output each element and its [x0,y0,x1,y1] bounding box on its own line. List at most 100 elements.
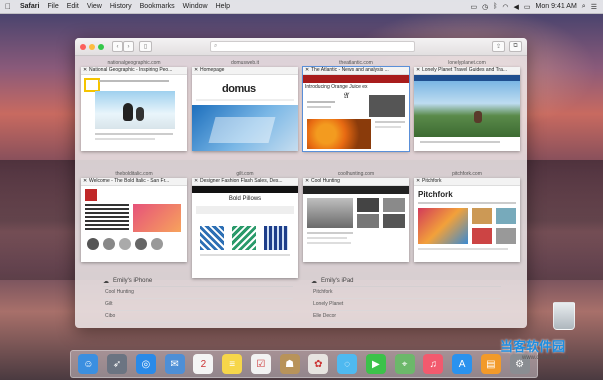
tab-preview[interactable]: ✕ Designer Fashion Flash Sales, Des... Bo… [192,178,298,278]
close-tab-icon[interactable]: ✕ [416,178,420,185]
clock[interactable]: Mon 9:41 AM [536,3,577,10]
atlantic-logo: 𝔄 [343,91,349,100]
close-tab-icon[interactable]: ✕ [305,67,309,74]
icloud-tab-item[interactable]: Gilt [103,299,293,311]
tab-title: Lonely Planet Travel Guides and Tra... [422,67,508,73]
tab-preview[interactable]: ✕ Lonely Planet Travel Guides and Tra... [414,67,520,151]
trash-icon[interactable] [553,302,575,330]
app-store-icon[interactable]: A [452,354,473,374]
tab-preview[interactable]: ✕ Homepage domus [192,67,298,151]
volume-icon[interactable]: ◀ [514,3,519,11]
zoom-window-button[interactable] [98,43,104,50]
tab-tile[interactable]: domusweb.it ✕ Homepage domus [192,60,298,151]
close-tab-icon[interactable]: ✕ [83,178,87,185]
atlantic-headline: Introducing Orange Juice ex [305,84,368,90]
page-thumbnail [303,186,409,262]
tab-tile[interactable]: pitchfork.com ✕ Pitchfork Pitchfork [414,171,520,262]
close-tab-icon[interactable]: ✕ [416,67,420,74]
facetime-icon[interactable]: ▶ [365,354,386,374]
tab-title: Cool Hunting [311,178,340,184]
messages-icon[interactable]: ◌ [337,354,358,374]
close-window-button[interactable] [80,43,86,50]
mail-icon[interactable]: ✉ [164,354,185,374]
gilt-subtitle: Bold Pillows [228,196,262,202]
menu-bookmarks[interactable]: Bookmarks [136,3,179,10]
watermark-text: 当客软件园 [500,339,566,354]
close-tab-icon[interactable]: ✕ [305,178,309,185]
tab-preview[interactable]: ✕ National Geographic - Inspiring Peo... [81,67,187,151]
close-tab-icon[interactable]: ✕ [83,67,87,74]
tab-domain: gilt.com [236,171,254,177]
tab-tile[interactable]: thebolditalic.com ✕ Welcome - The Bold It… [81,171,187,262]
tab-tile[interactable]: theatlantic.com ✕ The Atlantic - News and… [302,60,410,152]
tab-domain: domusweb.it [230,60,260,66]
close-tab-icon[interactable]: ✕ [194,67,198,74]
icloud-tabs-iphone: ☁ Emily's iPhone Cool Hunting Gilt Cibo [103,276,293,323]
airplay-icon[interactable]: ▭ [470,3,477,11]
launchpad-icon[interactable]: ➶ [107,354,128,374]
tab-preview[interactable]: ✕ Pitchfork Pitchfork [414,178,520,262]
page-thumbnail: Bold Pillows [192,186,298,278]
tab-preview[interactable]: ✕ Cool Hunting [303,178,409,262]
apple-menu-icon[interactable]:  [0,2,16,11]
tab-preview[interactable]: ✕ Welcome - The Bold Italic - San Fr... [81,178,187,262]
itunes-icon[interactable]: ♫ [423,354,444,374]
close-tab-icon[interactable]: ✕ [194,178,198,185]
menu-help[interactable]: Help [212,3,234,10]
icloud-tab-item[interactable]: Pitchfork [311,287,501,299]
tab-domain: theatlantic.com [339,60,373,66]
tab-domain: coolhunting.com [337,171,375,177]
safari-icon[interactable]: ◎ [135,354,156,374]
page-thumbnail: Introducing Orange Juice ex 𝔄 [303,75,409,151]
finder-icon[interactable]: ☺ [78,354,99,374]
tab-tile[interactable]: nationalgeographic.com ✕ National Geograp… [81,60,187,151]
time-machine-icon[interactable]: ◷ [482,3,488,11]
calendar-icon[interactable]: 2 [193,354,214,374]
reminders-icon[interactable]: ☑ [250,354,271,374]
page-thumbnail [81,75,187,151]
address-bar[interactable]: ⌕ [210,41,415,52]
show-all-tabs-button[interactable]: ⧉ [509,41,522,52]
safari-toolbar: ‹ › ▯ ⌕ ⇪ ⧉ [75,38,527,56]
menu-app-name[interactable]: Safari [16,3,43,10]
domus-logo: domus [222,83,256,95]
spotlight-icon[interactable]: ⌕ [582,3,586,11]
icloud-tab-item[interactable]: Cool Hunting [103,287,293,299]
device-name: Emily's iPad [321,278,354,284]
menu-view[interactable]: View [83,3,106,10]
tab-tile[interactable]: lonelyplanet.com ✕ Lonely Planet Travel G… [414,60,520,151]
tab-domain: pitchfork.com [452,171,482,177]
notification-center-icon[interactable]: ☰ [591,3,597,11]
tab-title: Homepage [200,67,225,73]
icloud-tab-item[interactable]: Elle Decor [311,311,501,323]
tab-tile[interactable]: gilt.com ✕ Designer Fashion Flash Sales, … [192,171,298,278]
cloud-icon: ☁ [311,278,317,285]
pitchfork-logo: Pitchfork [418,190,453,199]
maps-icon[interactable]: ⌖ [394,354,415,374]
contacts-icon[interactable]: ☗ [279,354,300,374]
back-button[interactable]: ‹ [112,41,123,52]
watermark-url: www.downkr.com [522,355,569,361]
menu-history[interactable]: History [106,3,136,10]
tab-tile[interactable]: coolhunting.com ✕ Cool Hunting [303,171,409,262]
menu-file[interactable]: File [43,3,62,10]
tab-domain: lonelyplanet.com [448,60,486,66]
forward-button[interactable]: › [123,41,134,52]
battery-icon[interactable]: ▭ [524,3,531,11]
share-button[interactable]: ⇪ [492,41,505,52]
menu-bar:  Safari File Edit View History Bookmark… [0,0,603,14]
icloud-tab-item[interactable]: Cibo [103,311,293,323]
wifi-icon[interactable]: ◠ [502,3,508,11]
menu-edit[interactable]: Edit [63,3,83,10]
ibooks-icon[interactable]: ▤ [480,354,501,374]
menu-window[interactable]: Window [179,3,212,10]
bluetooth-icon[interactable]: ᛒ [493,3,497,10]
sidebar-toggle-button[interactable]: ▯ [139,41,152,52]
page-thumbnail [414,75,520,151]
photos-icon[interactable]: ✿ [308,354,329,374]
tab-preview[interactable]: ✕ The Atlantic - News and analysis ... In… [302,66,410,152]
notes-icon[interactable]: ≡ [222,354,243,374]
tab-title: National Geographic - Inspiring Peo... [89,67,173,73]
icloud-tab-item[interactable]: Lonely Planet [311,299,501,311]
minimize-window-button[interactable] [89,43,95,50]
